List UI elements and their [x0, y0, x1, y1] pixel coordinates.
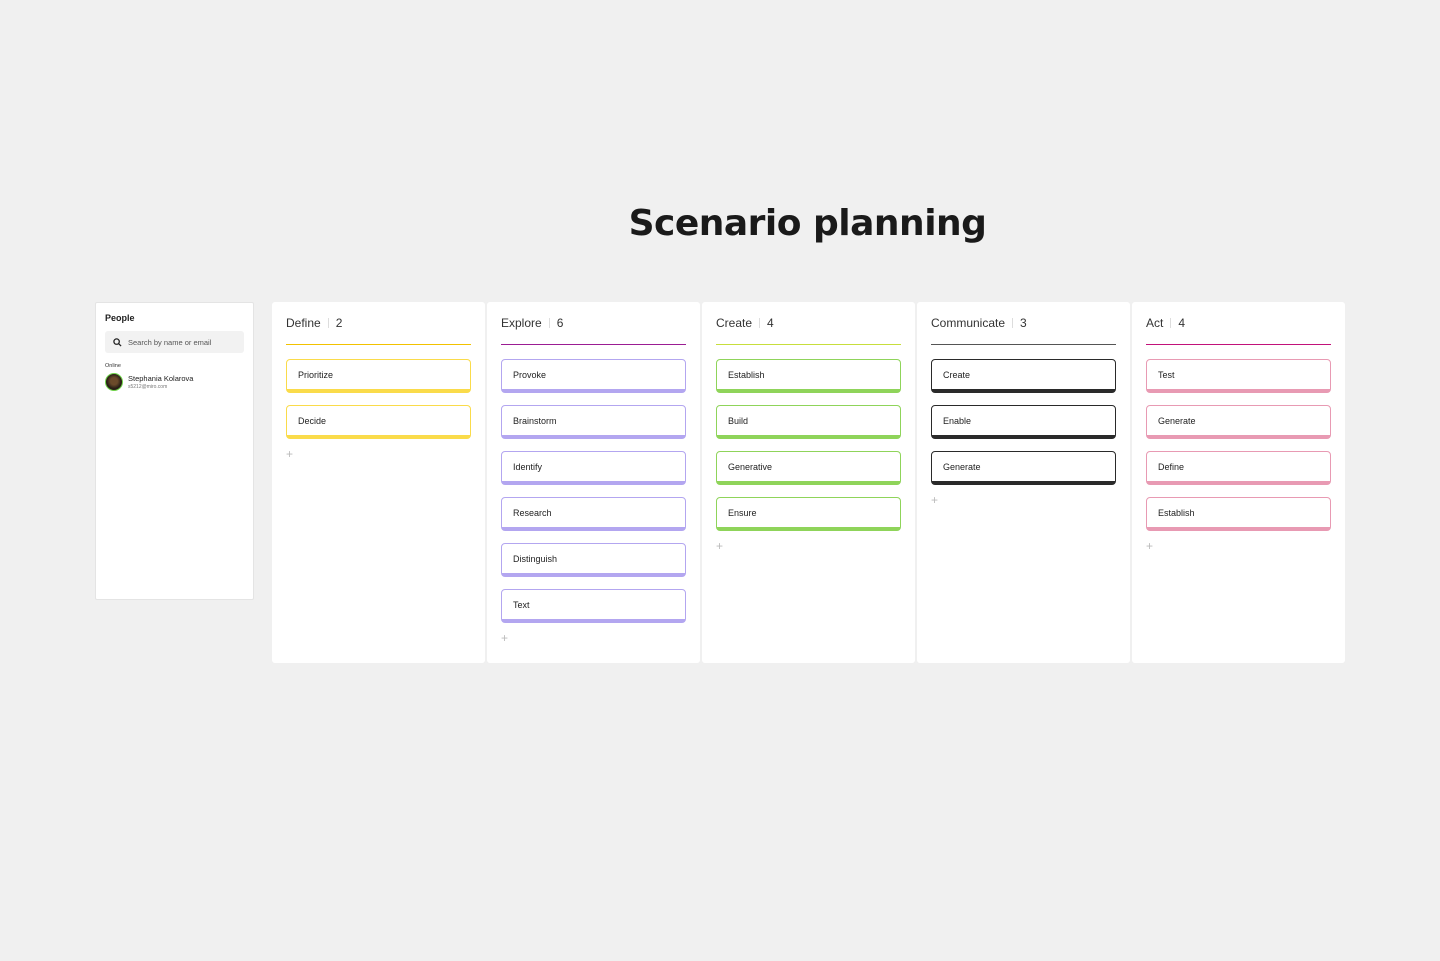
column-count: 6: [556, 316, 564, 330]
column-underline: [716, 344, 901, 345]
user-email: s5212@miro.com: [128, 384, 168, 390]
column-count: 3: [1020, 316, 1027, 330]
column-title: Define: [286, 316, 321, 330]
card[interactable]: Identify: [501, 451, 686, 485]
card-text: Establish: [728, 369, 765, 380]
card[interactable]: Generative: [716, 451, 901, 485]
card-text: Enable: [943, 415, 972, 426]
column-header[interactable]: Explore 6: [501, 316, 686, 330]
card[interactable]: Provoke: [501, 359, 686, 393]
people-panel: People Search by name or email Online St…: [95, 302, 254, 600]
card[interactable]: Build: [716, 405, 901, 439]
card[interactable]: Enable: [931, 405, 1116, 439]
divider: [327, 318, 329, 328]
card-text: Generate: [1158, 415, 1196, 426]
divider: [759, 318, 761, 328]
column-underline: [1146, 344, 1331, 345]
column-title: Create: [716, 316, 753, 330]
card-text: Research: [513, 507, 552, 518]
column-act: Act 4 Test Generate Define Establish +: [1132, 302, 1345, 663]
card[interactable]: Text: [501, 589, 686, 623]
card[interactable]: Ensure: [716, 497, 901, 531]
card-text: Ensure: [728, 507, 757, 518]
card[interactable]: Create: [931, 359, 1116, 393]
people-heading: People: [105, 313, 135, 323]
card[interactable]: Test: [1146, 359, 1331, 393]
card[interactable]: Establish: [1146, 497, 1331, 531]
card[interactable]: Establish: [716, 359, 901, 393]
column-underline: [501, 344, 686, 345]
column-count: 4: [767, 316, 774, 330]
search-placeholder: Search by name or email: [128, 337, 212, 347]
column-header[interactable]: Communicate 3: [931, 316, 1116, 330]
add-card-button[interactable]: +: [1146, 540, 1331, 552]
card-text: Text: [513, 599, 530, 610]
column-underline: [286, 344, 471, 345]
column-explore: Explore 6 Provoke Brainstorm Identify Re…: [487, 302, 700, 663]
card[interactable]: Distinguish: [501, 543, 686, 577]
card-text: Define: [1158, 461, 1185, 472]
column-title: Communicate: [931, 316, 1006, 330]
add-card-button[interactable]: +: [931, 494, 1116, 506]
card-text: Generate: [943, 461, 981, 472]
column-underline: [931, 344, 1116, 345]
card-text: Identify: [513, 461, 543, 472]
card-text: Build: [728, 415, 749, 426]
card[interactable]: Decide: [286, 405, 471, 439]
divider: [1170, 318, 1172, 328]
column-title: Explore: [501, 316, 542, 330]
card[interactable]: Prioritize: [286, 359, 471, 393]
card[interactable]: Brainstorm: [501, 405, 686, 439]
online-label: Online: [105, 363, 121, 369]
column-header[interactable]: Create 4: [716, 316, 901, 330]
card-text: Provoke: [513, 369, 547, 380]
column-header[interactable]: Define 2: [286, 316, 471, 330]
card-text: Prioritize: [298, 369, 334, 380]
user-item[interactable]: Stephania Kolarova s5212@miro.com: [105, 373, 244, 391]
card[interactable]: Define: [1146, 451, 1331, 485]
column-count: 4: [1178, 316, 1186, 330]
card-text: Brainstorm: [513, 415, 557, 426]
divider: [1012, 318, 1014, 328]
card-text: Decide: [298, 415, 327, 426]
people-search-input[interactable]: Search by name or email: [105, 331, 244, 353]
card[interactable]: Generate: [931, 451, 1116, 485]
user-name: Stephania Kolarova: [128, 374, 194, 383]
column-define: Define 2 Prioritize Decide +: [272, 302, 485, 663]
column-communicate: Communicate 3 Create Enable Generate +: [917, 302, 1130, 663]
column-create: Create 4 Establish Build Generative Ensu…: [702, 302, 915, 663]
card-text: Create: [943, 369, 971, 380]
card-text: Generative: [728, 461, 773, 472]
avatar: [105, 373, 123, 391]
column-title: Act: [1146, 316, 1164, 330]
board-title: Scenario planning: [628, 203, 987, 244]
column-header[interactable]: Act 4: [1146, 316, 1331, 330]
divider: [548, 318, 550, 328]
add-card-button[interactable]: +: [286, 448, 471, 460]
add-card-button[interactable]: +: [716, 540, 901, 552]
card-text: Test: [1158, 369, 1175, 380]
card[interactable]: Generate: [1146, 405, 1331, 439]
card-text: Distinguish: [513, 553, 558, 564]
card-text: Establish: [1158, 507, 1195, 518]
column-count: 2: [335, 316, 343, 330]
search-icon: [113, 337, 122, 347]
card[interactable]: Research: [501, 497, 686, 531]
add-card-button[interactable]: +: [501, 632, 686, 644]
